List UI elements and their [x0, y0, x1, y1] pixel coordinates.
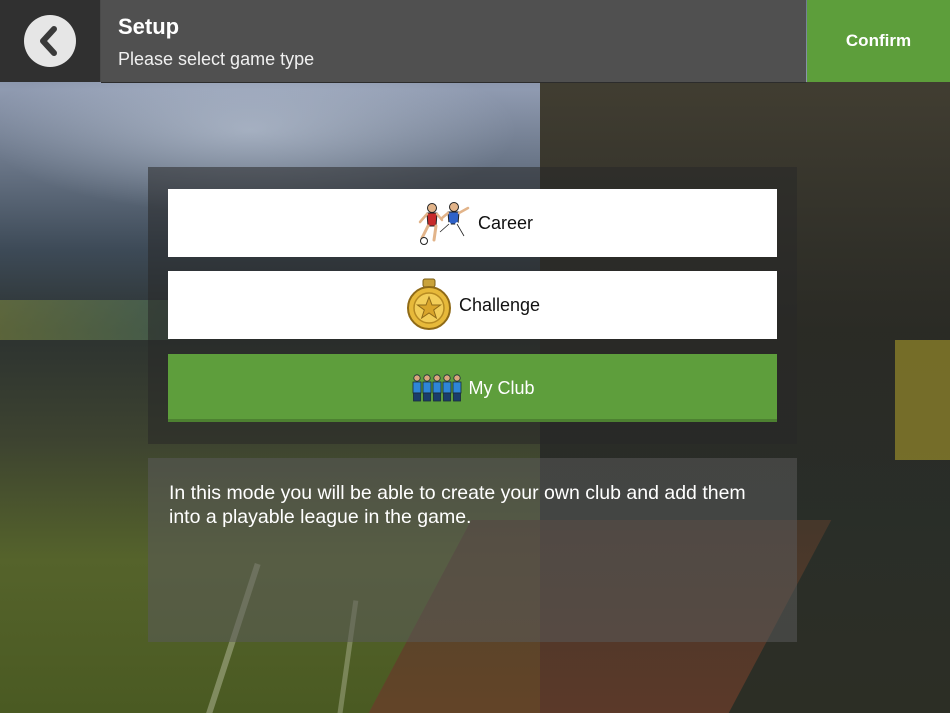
option-career-label: Career [477, 212, 534, 233]
team-squad-icon [413, 374, 462, 402]
back-area [0, 0, 101, 82]
option-challenge-label: Challenge [458, 294, 541, 315]
option-my-club-label: My Club [468, 377, 535, 398]
option-challenge[interactable]: Challenge [168, 271, 777, 339]
background-banner [0, 300, 170, 340]
page-subtitle: Please select game type [118, 49, 315, 69]
title-area: Setup Please select game type [101, 0, 806, 83]
background-bench [895, 340, 950, 460]
page-title: Setup [118, 14, 180, 39]
game-type-panel: Career Challenge My Club [148, 167, 797, 444]
mode-description: In this mode you will be able to create … [169, 482, 746, 528]
top-bar: Setup Please select game type Confirm [0, 0, 950, 83]
back-button[interactable] [24, 15, 76, 67]
confirm-button[interactable]: Confirm [807, 0, 950, 82]
chevron-left-icon [40, 26, 57, 56]
football-players-icon [418, 202, 470, 245]
option-career[interactable]: Career [168, 189, 777, 257]
gold-medal-icon [406, 278, 451, 330]
option-my-club[interactable]: My Club [168, 354, 777, 422]
description-panel: In this mode you will be able to create … [148, 458, 797, 642]
